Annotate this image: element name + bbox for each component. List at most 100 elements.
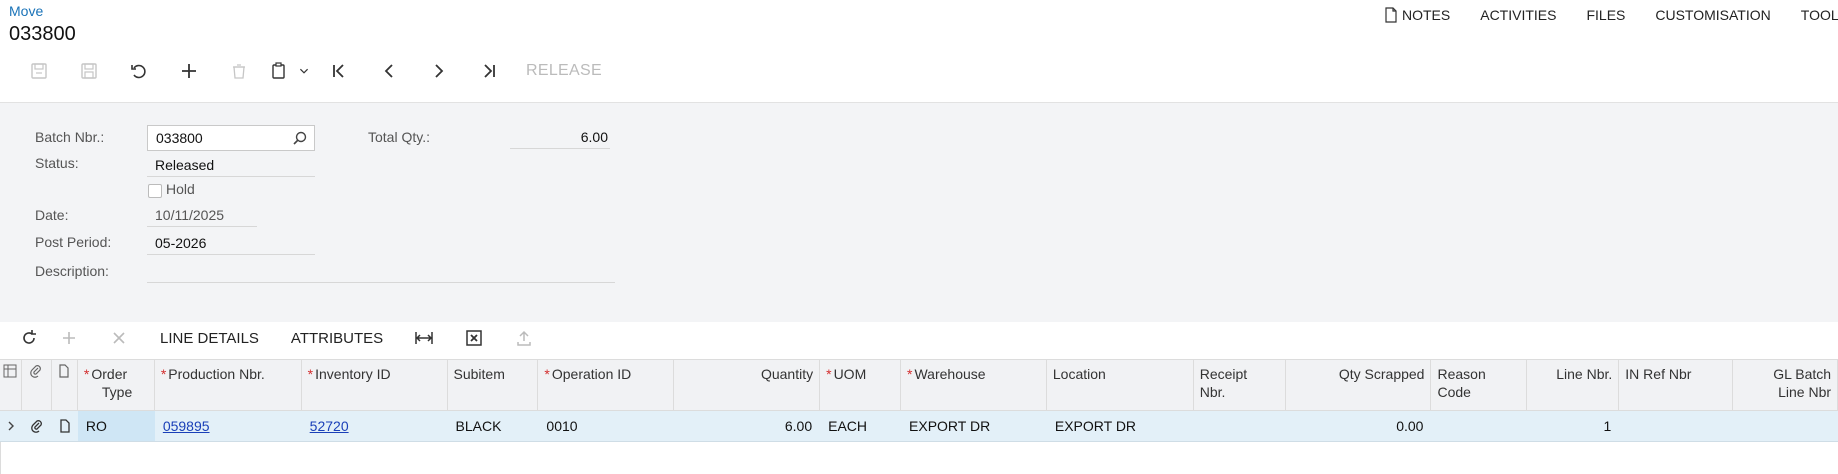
- col-qty-scrapped[interactable]: Qty Scrapped: [1286, 360, 1432, 410]
- cell-receipt-nbr[interactable]: [1194, 411, 1286, 441]
- cell-uom[interactable]: EACH: [820, 411, 901, 441]
- document-icon: [1385, 7, 1397, 23]
- export-excel-button[interactable]: [449, 323, 499, 353]
- col-reason-code-line2: Code: [1437, 384, 1471, 400]
- col-receipt-nbr[interactable]: Receipt Nbr.: [1194, 360, 1286, 410]
- previous-icon: [384, 64, 393, 78]
- date-label: Date:: [35, 207, 69, 223]
- cell-reason-code[interactable]: [1431, 411, 1527, 441]
- col-order-type[interactable]: * Order Type: [78, 360, 155, 410]
- description-field[interactable]: [147, 259, 615, 283]
- col-uom[interactable]: * UOM: [820, 360, 902, 410]
- next-button[interactable]: [414, 56, 464, 86]
- breadcrumb[interactable]: Move: [9, 3, 43, 19]
- save-close-button[interactable]: [14, 56, 64, 86]
- row-note-button[interactable]: [52, 411, 78, 441]
- cell-location[interactable]: EXPORT DR: [1047, 411, 1194, 441]
- col-operation-id[interactable]: * Operation ID: [538, 360, 675, 410]
- fit-columns-button[interactable]: [399, 323, 449, 353]
- col-in-ref-nbr[interactable]: IN Ref Nbr: [1619, 360, 1734, 410]
- add-icon: [63, 332, 75, 344]
- status-field: Released: [147, 153, 315, 177]
- col-inventory-id[interactable]: * Inventory ID: [302, 360, 448, 410]
- col-production-nbr-label: Production Nbr.: [168, 366, 265, 382]
- first-button[interactable]: [314, 56, 364, 86]
- cell-production-nbr[interactable]: 059895: [155, 411, 302, 441]
- cell-operation-id[interactable]: 0010: [538, 411, 674, 441]
- previous-button[interactable]: [364, 56, 414, 86]
- required-marker: *: [160, 366, 167, 382]
- col-subitem[interactable]: Subitem: [448, 360, 539, 410]
- files-button[interactable]: FILES: [1571, 7, 1640, 23]
- cell-qty-scrapped[interactable]: 0.00: [1286, 411, 1432, 441]
- col-location-label: Location: [1052, 366, 1106, 382]
- cell-warehouse[interactable]: EXPORT DR: [901, 411, 1047, 441]
- col-qty-scrapped-label: Qty Scrapped: [1338, 366, 1425, 382]
- row-expand-button[interactable]: [0, 411, 22, 441]
- copy-paste-dropdown[interactable]: [294, 56, 314, 86]
- col-warehouse-label: Warehouse: [914, 366, 986, 382]
- cell-quantity[interactable]: 6.00: [674, 411, 820, 441]
- cell-line-nbr[interactable]: 1: [1527, 411, 1619, 441]
- cell-subitem[interactable]: BLACK: [448, 411, 539, 441]
- col-gl-batch[interactable]: GL Batch Line Nbr: [1733, 360, 1838, 410]
- save-button[interactable]: [64, 56, 114, 86]
- release-button[interactable]: RELEASE: [526, 62, 602, 80]
- row-attachment-button[interactable]: [22, 411, 52, 441]
- notes-label: NOTES: [1402, 7, 1451, 23]
- post-period-label: Post Period:: [35, 234, 112, 250]
- col-quantity[interactable]: Quantity: [674, 360, 821, 410]
- delete-row-button[interactable]: [94, 323, 144, 353]
- document-icon: [59, 364, 70, 378]
- last-button[interactable]: [464, 56, 514, 86]
- document-icon: [60, 419, 70, 433]
- paperclip-icon: [30, 365, 42, 378]
- attributes-button[interactable]: ATTRIBUTES: [275, 330, 399, 347]
- customisation-button[interactable]: CUSTOMISATION: [1640, 7, 1785, 23]
- search-icon[interactable]: [292, 130, 308, 146]
- batch-nbr-field[interactable]: 033800: [147, 125, 315, 151]
- refresh-icon: [23, 330, 36, 344]
- undo-button[interactable]: [114, 56, 164, 86]
- col-location[interactable]: Location: [1047, 360, 1194, 410]
- col-reason-code[interactable]: Reason Code: [1431, 360, 1528, 410]
- column-settings-icon: [3, 364, 17, 378]
- activities-button[interactable]: ACTIVITIES: [1465, 7, 1571, 23]
- col-subitem-label: Subitem: [453, 366, 505, 382]
- hold-checkbox[interactable]: [148, 184, 162, 198]
- delete-button[interactable]: [214, 56, 264, 86]
- batch-nbr-value: 033800: [156, 130, 203, 146]
- copy-paste-button[interactable]: [264, 56, 294, 86]
- top-menu: NOTES ACTIVITIES FILES CUSTOMISATION TOO…: [1380, 7, 1838, 23]
- col-warehouse[interactable]: * Warehouse: [901, 360, 1047, 410]
- col-line-nbr[interactable]: Line Nbr.: [1527, 360, 1620, 410]
- col-production-nbr[interactable]: * Production Nbr.: [155, 360, 302, 410]
- col-receipt-nbr-line1: Receipt: [1199, 366, 1248, 382]
- lines-grid: * Order Type * Production Nbr. * Inventory I…: [0, 359, 1838, 474]
- upload-button[interactable]: [499, 323, 549, 353]
- refresh-button[interactable]: [14, 323, 44, 353]
- table-row[interactable]: RO 059895 52720 BLACK 0010 6.00 EACH EXP…: [0, 411, 1838, 442]
- notes-button[interactable]: NOTES: [1380, 7, 1465, 23]
- page-title: 033800: [9, 23, 76, 45]
- attachments-header: [22, 360, 52, 410]
- col-receipt-nbr-line2: Nbr.: [1199, 384, 1226, 400]
- col-reason-code-line1: Reason: [1437, 366, 1486, 382]
- required-marker: *: [907, 366, 913, 382]
- add-row-button[interactable]: [44, 323, 94, 353]
- cell-gl-batch[interactable]: [1733, 411, 1838, 441]
- col-order-type-line1: Order: [91, 366, 128, 382]
- cell-inventory-id[interactable]: 52720: [302, 411, 448, 441]
- line-details-button[interactable]: LINE DETAILS: [144, 330, 275, 347]
- cell-in-ref-nbr[interactable]: [1619, 411, 1733, 441]
- undo-icon: [131, 64, 146, 79]
- column-chooser-button[interactable]: [0, 360, 22, 410]
- add-button[interactable]: [164, 56, 214, 86]
- tools-button[interactable]: TOOLS: [1786, 7, 1838, 23]
- cell-order-type[interactable]: RO: [77, 411, 155, 441]
- close-icon: [113, 332, 125, 344]
- date-field[interactable]: 10/11/2025: [147, 203, 257, 227]
- notes-header: [52, 360, 78, 410]
- post-period-field[interactable]: 05-2026: [147, 231, 315, 255]
- hold-label: Hold: [166, 181, 195, 197]
